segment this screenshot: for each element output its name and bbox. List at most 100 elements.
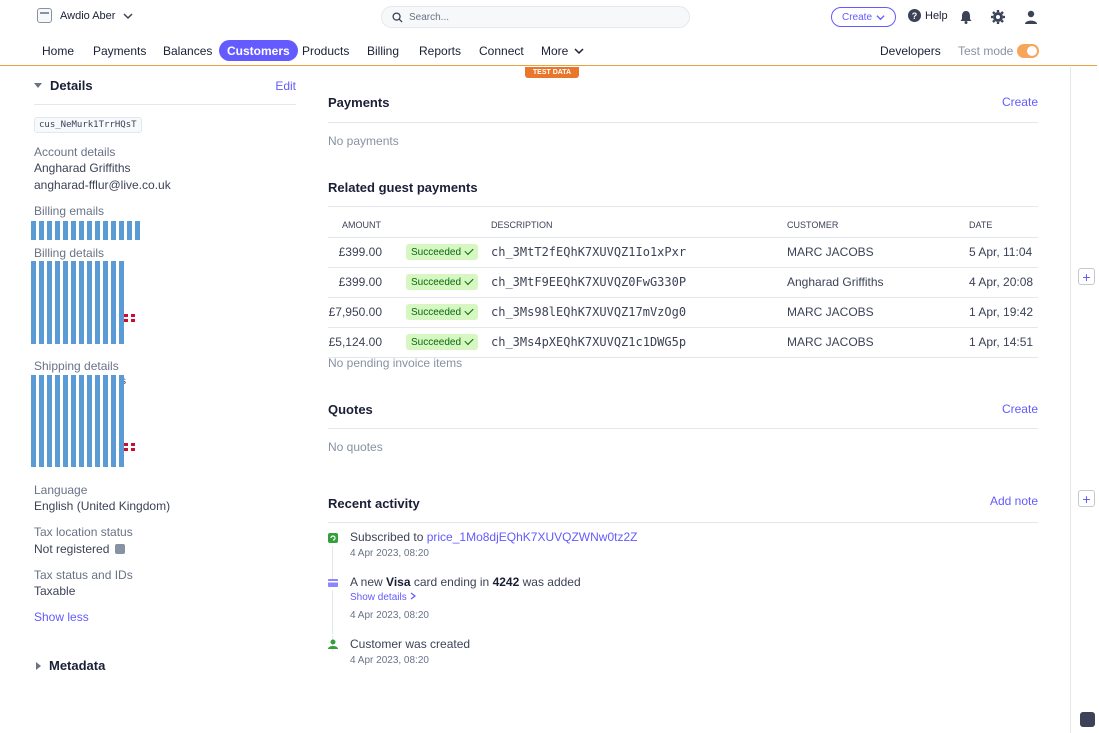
uk-flag-icon	[124, 443, 135, 451]
price-link[interactable]: price_1Mo8djEQhK7XUVQZWNw0tz2Z	[427, 530, 638, 544]
user-icon[interactable]	[1023, 9, 1039, 25]
tax-location-label: Tax location status	[34, 525, 133, 539]
status-label: Succeeded	[411, 246, 462, 258]
tax-status-label: Tax status and IDs	[34, 568, 133, 582]
create-label: Create	[841, 11, 872, 23]
card-brand: Visa	[386, 575, 411, 589]
account-switcher[interactable]: Awdio Aber	[37, 8, 133, 23]
quotes-create-button[interactable]: Create	[1002, 402, 1038, 416]
payment-date: 4 Apr, 20:08	[969, 267, 1038, 298]
payment-date: 1 Apr, 14:51	[969, 327, 1038, 358]
language-value: English (United Kingdom)	[34, 499, 171, 513]
nav-billing[interactable]: Billing	[359, 40, 407, 61]
developers-link[interactable]: Developers	[880, 44, 941, 58]
status-badge: Succeeded	[406, 274, 479, 291]
card-icon	[328, 579, 338, 587]
shipping-details-label: Shipping details	[34, 359, 119, 373]
create-button[interactable]: Create	[831, 7, 896, 27]
nav-label: Customers	[227, 43, 290, 58]
activity-text: Subscribed to price_1Mo8djEQhK7XUVQZWNw0…	[350, 530, 637, 544]
rail-add-button[interactable]: +	[1078, 268, 1095, 285]
help-label: Help	[925, 9, 948, 22]
right-rail: + +	[1070, 67, 1099, 733]
payment-customer: MARC JACOBS	[787, 297, 969, 328]
customer-id[interactable]: cus_NeMurk1TrrHQsT	[34, 117, 142, 133]
show-less-link[interactable]: Show less	[34, 610, 89, 624]
tax-status-value: Taxable	[34, 584, 76, 598]
nav-payments[interactable]: Payments	[85, 40, 154, 61]
nav-label: Balances	[163, 43, 213, 58]
account-details-label: Account details	[34, 145, 116, 159]
gear-icon[interactable]	[990, 9, 1006, 25]
nav-balances[interactable]: Balances	[155, 40, 220, 61]
caret-down-icon	[34, 83, 42, 88]
billing-emails-label: Billing emails	[34, 204, 105, 218]
table-row[interactable]: £399.00 Succeeded ch_3MtT2fEQhK7XUVQZ1Io…	[328, 237, 1038, 268]
activity-text: Customer was created	[350, 637, 471, 651]
nav-label: Home	[42, 43, 75, 58]
card-last4: 4242	[492, 575, 520, 589]
nav-label: Products	[302, 43, 350, 58]
check-icon	[464, 276, 474, 286]
metadata-header[interactable]: Metadata	[36, 658, 105, 673]
table-row[interactable]: £399.00 Succeeded ch_3MtF9EEQhK7XUVQZ0Fw…	[328, 267, 1038, 298]
nav-home[interactable]: Home	[34, 40, 82, 61]
nav-connect[interactable]: Connect	[471, 40, 532, 61]
payments-title: Payments	[328, 95, 390, 110]
divider	[328, 206, 1038, 207]
billing-details-label: Billing details	[34, 246, 105, 260]
info-icon[interactable]	[115, 544, 126, 554]
activity-prefix: Subscribed to	[350, 530, 427, 544]
chevron-down-icon	[574, 47, 584, 54]
payment-date: 1 Apr, 19:42	[969, 297, 1038, 328]
status-cell: Succeeded	[406, 327, 491, 358]
uk-flag-icon	[124, 314, 135, 322]
chevron-down-icon	[123, 12, 133, 19]
status-cell: Succeeded	[406, 237, 491, 268]
activity-suffix: was added	[519, 575, 581, 589]
table-row[interactable]: £5,124.00 Succeeded ch_3Ms4pXEQhK7XUVQZ1…	[328, 327, 1038, 358]
help-icon: ?	[908, 9, 921, 22]
quotes-empty: No quotes	[328, 440, 383, 454]
table-header-row: AMOUNT DESCRIPTION CUSTOMER DATE	[328, 213, 1038, 238]
column-header-customer: CUSTOMER	[787, 213, 969, 238]
terminal-icon[interactable]	[1080, 712, 1095, 727]
activity-time: 4 Apr 2023, 08:20	[350, 610, 429, 621]
timeline-line	[332, 590, 333, 634]
help-button[interactable]: ? Help	[908, 9, 948, 22]
test-data-badge: TEST DATA	[525, 67, 579, 78]
payment-description: ch_3MtF9EEQhK7XUVQZ0FwG330P	[491, 267, 787, 298]
redacted-shipping-details	[31, 375, 124, 467]
plus-icon: +	[1082, 268, 1091, 285]
payment-customer: MARC JACOBS	[787, 327, 969, 358]
status-badge: Succeeded	[406, 304, 479, 321]
nav-reports[interactable]: Reports	[411, 40, 469, 61]
tax-location-text: Not registered	[34, 542, 110, 556]
payments-create-button[interactable]: Create	[1002, 95, 1038, 109]
status-badge: Succeeded	[406, 244, 479, 261]
status-label: Succeeded	[411, 306, 462, 318]
nav-products[interactable]: Products	[294, 40, 357, 61]
status-cell: Succeeded	[406, 297, 491, 328]
top-bar: Awdio Aber Search... Create ? Help	[0, 0, 1068, 34]
add-note-button[interactable]: Add note	[990, 494, 1038, 508]
nav-customers[interactable]: Customers	[219, 40, 298, 61]
nav-label: More	[541, 43, 569, 58]
nav-more[interactable]: More	[533, 40, 592, 61]
bell-icon[interactable]	[958, 9, 974, 25]
divider	[328, 522, 1038, 523]
details-header[interactable]: Details	[34, 78, 296, 93]
rail-add-button[interactable]: +	[1078, 490, 1095, 507]
activity-title: Recent activity	[328, 496, 420, 511]
status-label: Succeeded	[411, 276, 462, 288]
activity-time: 4 Apr 2023, 08:20	[350, 655, 429, 666]
search-input[interactable]: Search...	[381, 6, 690, 28]
metadata-title: Metadata	[49, 658, 106, 673]
table-row[interactable]: £7,950.00 Succeeded ch_3Ms98lEQhK7XUVQZ1…	[328, 297, 1038, 328]
account-name: Awdio Aber	[60, 9, 116, 22]
main-nav: Home Payments Balances Customers Product…	[0, 36, 1097, 66]
edit-button[interactable]: Edit	[275, 79, 296, 93]
payment-description: ch_3Ms98lEQhK7XUVQZ17mVzOg0	[491, 297, 787, 328]
test-mode-toggle[interactable]	[1017, 44, 1039, 58]
show-details-link[interactable]: Show details	[350, 592, 417, 603]
